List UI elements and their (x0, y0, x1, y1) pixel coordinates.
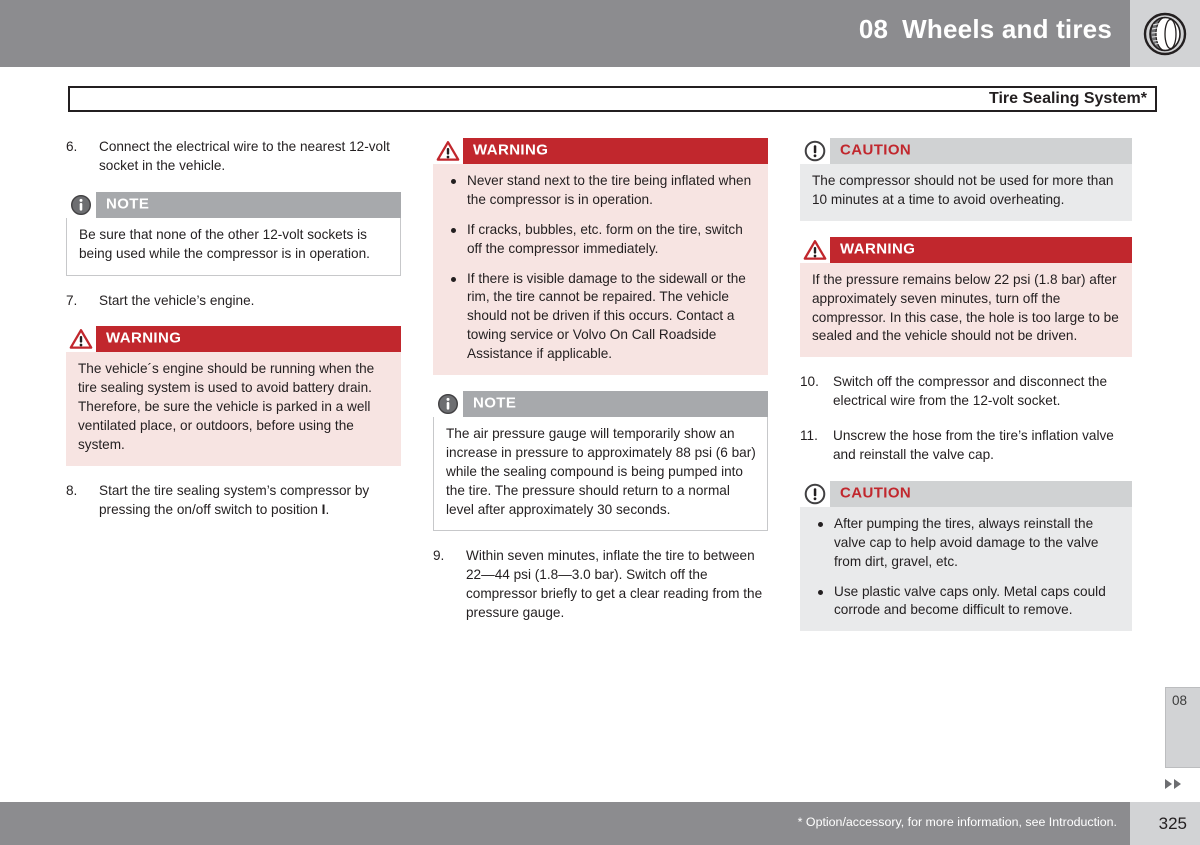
callout-bullet-list: Never stand next to the tire being infla… (445, 172, 758, 364)
callout-body: Never stand next to the tire being infla… (433, 164, 768, 376)
arrow-right-icon-1 (1165, 779, 1172, 789)
callout-header: WARNING (433, 138, 768, 164)
bullet-item: Use plastic valve caps only. Metal caps … (812, 583, 1122, 621)
callout-label: NOTE (473, 394, 517, 412)
footnote-text: * Option/accessory, for more information… (797, 815, 1117, 829)
section-title-bar: Tire Sealing System* (68, 86, 1157, 112)
caution-callout: CAUTION After pumping the tires, always … (800, 480, 1132, 632)
step-item: 11. Unscrew the hose from the tire’s inf… (800, 427, 1132, 465)
info-circle-icon (66, 191, 96, 218)
column-2: WARNING Never stand next to the tire bei… (433, 138, 768, 639)
callout-header: CAUTION (800, 138, 1132, 164)
callout-label: NOTE (106, 195, 150, 213)
callout-bullet-list: After pumping the tires, always reinstal… (812, 515, 1122, 620)
step-text: Unscrew the hose from the tire’s inflati… (833, 428, 1114, 463)
callout-header: CAUTION (800, 480, 1132, 507)
exclamation-circle-icon (800, 480, 830, 507)
step-number: 6. (66, 139, 78, 154)
chapter-tab: 08 (1165, 687, 1200, 768)
page-footer-band: * Option/accessory, for more information… (0, 802, 1130, 845)
tire-icon (1143, 12, 1187, 55)
step-text-end: . (325, 501, 330, 517)
step-text: Start the vehicle’s engine. (99, 292, 255, 308)
warning-callout: WARNING Never stand next to the tire bei… (433, 138, 768, 376)
step-item: 8. Start the tire sealing system’s compr… (66, 482, 401, 520)
bullet-item: If there is visible damage to the sidewa… (445, 270, 758, 364)
chapter-heading: 08 Wheels and tires (859, 14, 1112, 45)
page-header-band: 08 Wheels and tires (0, 0, 1130, 67)
caution-callout: CAUTION The compressor should not be use… (800, 138, 1132, 221)
step-number: 10. (800, 374, 819, 390)
chapter-icon-box (1130, 0, 1200, 67)
callout-body: If the pressure remains below 22 psi (1.… (800, 262, 1132, 358)
info-circle-icon (433, 391, 463, 418)
page-number: 325 (1158, 814, 1187, 833)
step-text: Start the tire sealing system’s compress… (99, 482, 401, 520)
chapter-title: Wheels and tires (902, 14, 1112, 44)
step-number: 8. (66, 482, 78, 498)
callout-header: WARNING (66, 326, 401, 353)
step-text: Switch off the compressor and disconnect… (833, 374, 1108, 409)
page-number-box: 325 (1130, 802, 1200, 845)
warning-callout: WARNING If the pressure remains below 22… (800, 236, 1132, 358)
callout-label: WARNING (106, 330, 182, 348)
callout-body: The air pressure gauge will temporarily … (433, 417, 768, 532)
step-number: 7. (66, 292, 78, 308)
callout-header: NOTE (66, 191, 401, 218)
step-number: 11. (800, 428, 818, 444)
section-title: Tire Sealing System* (989, 90, 1147, 107)
note-callout: NOTE The air pressure gauge will tempora… (433, 391, 768, 532)
callout-label: WARNING (840, 240, 916, 258)
bullet-item: If cracks, bubbles, etc. form on the tir… (445, 221, 758, 259)
step-item: 9. Within seven minutes, inflate the tir… (433, 547, 768, 623)
warning-triangle-icon (800, 236, 830, 263)
step-item: 6. Connect the electrical wire to the ne… (66, 138, 401, 176)
warning-triangle-icon (433, 138, 463, 164)
warning-callout: WARNING The vehicle´s engine should be r… (66, 326, 401, 466)
column-1: 6. Connect the electrical wire to the ne… (66, 138, 401, 536)
callout-body: The vehicle´s engine should be running w… (66, 352, 401, 466)
manual-page: 08 Wheels and tires Tire Sealing System* … (0, 0, 1200, 845)
bullet-item: After pumping the tires, always reinstal… (812, 515, 1122, 572)
column-3: CAUTION The compressor should not be use… (800, 138, 1132, 647)
note-callout: NOTE Be sure that none of the other 12-v… (66, 191, 401, 276)
callout-label: CAUTION (840, 484, 912, 502)
callout-body: After pumping the tires, always reinstal… (800, 506, 1132, 632)
callout-body: The compressor should not be used for mo… (800, 164, 1132, 221)
next-page-arrows-icon (1165, 779, 1181, 789)
exclamation-circle-icon (800, 138, 830, 164)
step-text: Connect the electrical wire to the neare… (99, 139, 390, 173)
callout-body: Be sure that none of the other 12-volt s… (66, 217, 401, 276)
callout-header: WARNING (800, 236, 1132, 263)
warning-triangle-icon (66, 326, 96, 353)
arrow-right-icon-2 (1174, 779, 1181, 789)
callout-label: WARNING (473, 141, 549, 159)
step-item: 10. Switch off the compressor and discon… (800, 373, 1132, 411)
chapter-number: 08 (858, 14, 889, 44)
step-text: Within seven minutes, inflate the tire t… (466, 548, 763, 621)
chapter-tab-label: 08 (1172, 693, 1188, 708)
callout-header: NOTE (433, 391, 768, 418)
callout-label: CAUTION (840, 141, 912, 159)
step-item: 7. Start the vehicle’s engine. (66, 292, 401, 311)
step-number: 9. (433, 548, 445, 564)
bullet-item: Never stand next to the tire being infla… (445, 172, 758, 210)
